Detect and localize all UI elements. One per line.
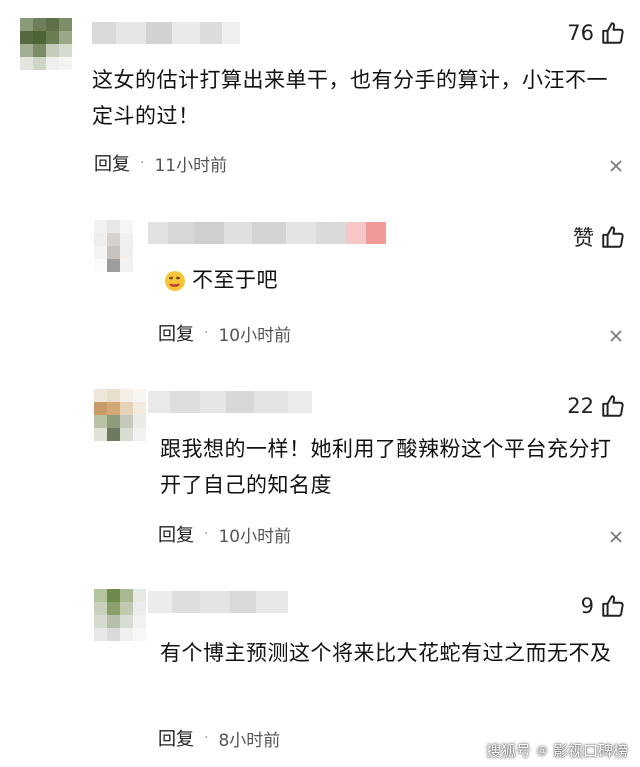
reply-button[interactable]: 回复 [158,725,194,751]
comment-text-row: 不至于吧 [162,262,278,304]
watermark-name: 影视口碑榜 [552,742,628,760]
reply-button[interactable]: 回复 [94,150,130,176]
like-button[interactable]: 9 [581,593,626,619]
like-button[interactable]: 76 [567,20,626,46]
username-blurred[interactable] [148,222,386,244]
username-blurred[interactable] [148,591,288,613]
like-count: 76 [567,21,594,45]
comment-meta: 回复 · 8小时前 [158,725,280,751]
watermark: 搜狐号 @ 影视口碑榜 [486,740,628,761]
watermark-prefix: 搜狐号 [485,742,531,760]
like-label: 赞 [573,226,594,250]
comment-text: 跟我想的一样！她利用了酸辣粉这个平台充分打开了自己的知名度 [160,437,612,497]
face-emoji-icon [165,271,185,291]
comment-text: 有个博主预测这个将来比大花蛇有过之而无不及 [160,641,612,665]
like-button[interactable]: 赞 [573,222,626,252]
username-blurred[interactable] [92,22,240,44]
like-button[interactable]: 22 [567,393,626,419]
like-count: 22 [567,394,594,418]
comment-meta: 回复 · 11小时前 [94,150,227,176]
thumbs-up-icon [600,393,626,419]
comment-time: 8小时前 [218,730,281,751]
comment-2: 赞 不至于吧 回复 · 10小时前 [0,190,640,375]
comment-1: 76 这女的估计打算出来单干，也有分手的算计，小汪不一定斗的过！ 回复 · 11… [0,0,640,190]
comment-time: 10小时前 [218,325,292,346]
separator-dot: · [204,325,209,341]
avatar[interactable] [94,589,146,641]
thumbs-up-icon [600,593,626,619]
separator-dot: · [204,730,209,746]
separator-dot: · [140,155,145,171]
avatar[interactable] [94,220,146,272]
comment-meta: 回复 · 10小时前 [158,521,291,547]
like-count: 9 [580,594,594,618]
comment-time: 11小时前 [154,155,228,176]
comment-text: 这女的估计打算出来单干，也有分手的算计，小汪不一定斗的过！ [92,68,608,128]
reply-button[interactable]: 回复 [158,521,194,547]
avatar[interactable] [20,18,72,70]
comment-time: 10小时前 [218,526,292,547]
separator-dot: · [204,526,209,542]
at-icon: @ [533,742,550,759]
username-blurred[interactable] [148,391,312,413]
comment-4: 9 有个博主预测这个将来比大花蛇有过之而无不及 回复 · 8小时前 [0,575,640,767]
close-icon[interactable] [610,531,622,543]
close-icon[interactable] [610,330,622,342]
comment-text: 不至于吧 [192,268,278,292]
reply-button[interactable]: 回复 [158,320,194,346]
comment-meta: 回复 · 10小时前 [158,320,291,346]
thumbs-up-icon [600,224,626,250]
close-icon[interactable] [610,160,622,172]
comment-3: 22 跟我想的一样！她利用了酸辣粉这个平台充分打开了自己的知名度 回复 · 10… [0,375,640,575]
avatar[interactable] [94,389,146,441]
thumbs-up-icon [600,20,626,46]
